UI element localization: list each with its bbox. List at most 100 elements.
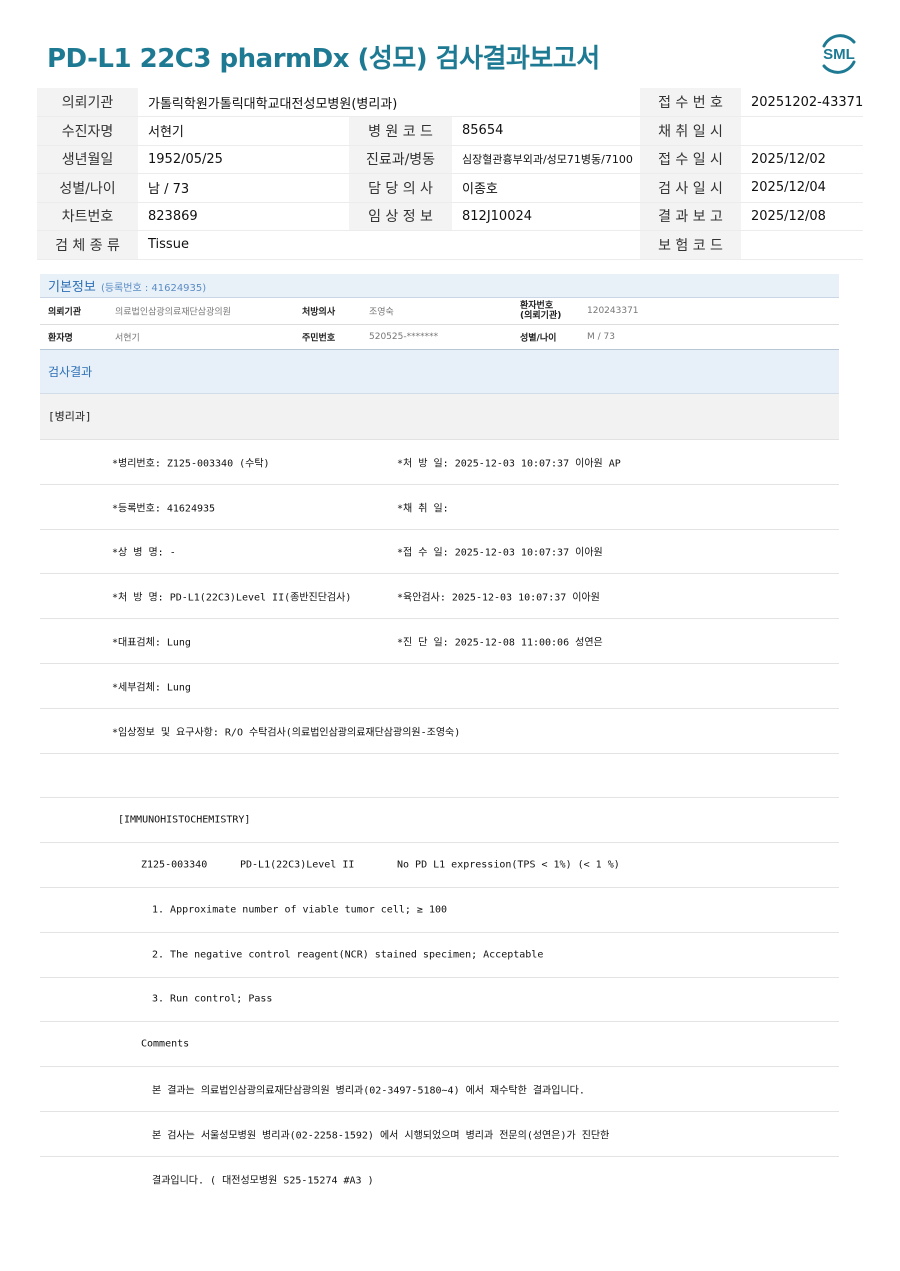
comment-row: 결과입니다. ( 대전성모병원 S25-15274 #A3 ) bbox=[40, 1157, 839, 1202]
result-line-left: *임상정보 및 요구사항: R/O 수탁검사(의료법인삼광의료재단삼광의원-조영… bbox=[112, 727, 461, 739]
label-physician: 담 당 의 사 bbox=[349, 173, 452, 202]
result-line: *세부검체: Lung bbox=[40, 664, 839, 709]
label-insurance-code: 보 험 코 드 bbox=[640, 230, 741, 259]
ihc-item-row: 3. Run control; Pass bbox=[40, 978, 839, 1023]
basic-value-resident-number: 520525-******* bbox=[369, 332, 439, 342]
result-line: *임상정보 및 요구사항: R/O 수탁검사(의료법인삼광의료재단삼광의원-조영… bbox=[40, 709, 839, 754]
value-receipt-number: 20251202-43371 bbox=[741, 88, 863, 117]
result-line: *상 병 명: - *접 수 일: 2025-12-03 10:07:37 이아… bbox=[40, 530, 839, 575]
basic-value-institution: 의료법인삼광의료재단삼광의원 bbox=[115, 307, 231, 318]
value-specimen-type: Tissue bbox=[138, 230, 640, 259]
basic-label-patient-name: 환자명 bbox=[48, 333, 73, 344]
comments-label-row: Comments bbox=[40, 1022, 839, 1068]
result-line: *병리번호: Z125-003340 (수탁) *처 방 일: 2025-12-… bbox=[40, 440, 839, 485]
comment-text: 본 검사는 서울성모병원 병리과(02-2258-1592) 에서 시행되었으며… bbox=[152, 1130, 610, 1142]
basic-info-row-2: 환자명 서현기 주민번호 520525-******* 성별/나이 M / 73 bbox=[40, 325, 839, 350]
comment-row: 본 결과는 의료법인삼광의료재단삼광의원 병리과(02-3497-5180~4)… bbox=[40, 1067, 839, 1112]
result-line-blank bbox=[40, 754, 839, 799]
header-row-2: 수진자명 서현기 병 원 코 드 85654 채 취 일 시 bbox=[37, 116, 863, 145]
ihc-heading: [IMMUNOHISTOCHEMISTRY] bbox=[118, 814, 251, 826]
result-line-right: *육안검사: 2025-12-03 10:07:37 이아원 bbox=[397, 592, 600, 604]
header-row-5: 차트번호 823869 임 상 정 보 812J10024 결 과 보 고 20… bbox=[37, 202, 863, 231]
ihc-result-row: Z125-003340 PD-L1(22C3)Level II No PD L1… bbox=[40, 843, 839, 888]
value-birth-date: 1952/05/25 bbox=[138, 145, 349, 174]
report-title: PD-L1 22C3 pharmDx (성모) 검사결과보고서 bbox=[47, 44, 600, 74]
value-hospital-code: 85654 bbox=[452, 116, 640, 145]
comment-text: 결과입니다. ( 대전성모병원 S25-15274 #A3 ) bbox=[152, 1175, 374, 1187]
patient-header-table: 의뢰기관 가톨릭학원가톨릭대학교대전성모병원(병리과) 접 수 번 호 2025… bbox=[37, 88, 863, 260]
result-line-left: *등록번호: 41624935 bbox=[112, 503, 216, 515]
basic-label-patient-number-line2: (의뢰기관) bbox=[520, 311, 562, 321]
result-line-left: *세부검체: Lung bbox=[112, 682, 191, 694]
basic-label-institution: 의뢰기관 bbox=[48, 307, 82, 318]
header-row-6: 검 체 종 류 Tissue 보 험 코 드 bbox=[37, 230, 863, 259]
ihc-heading-row: [IMMUNOHISTOCHEMISTRY] bbox=[40, 798, 839, 844]
label-result-report: 결 과 보 고 bbox=[640, 202, 741, 231]
basic-label-patient-number: 환자번호 (의뢰기관) bbox=[520, 301, 561, 321]
ihc-item: 2. The negative control reagent(NCR) sta… bbox=[152, 949, 544, 961]
label-clinical-info: 임 상 정 보 bbox=[349, 202, 452, 231]
ihc-result-value: No PD L1 expression(TPS < 1%) (< 1 %) bbox=[397, 859, 620, 871]
result-department: [병리과] bbox=[40, 394, 839, 440]
basic-label-patient-number-line1: 환자번호 bbox=[520, 301, 554, 311]
ihc-item: 1. Approximate number of viable tumor ce… bbox=[152, 904, 448, 916]
basic-value-patient-number: 120243371 bbox=[587, 306, 639, 316]
label-specimen-type: 검 체 종 류 bbox=[37, 230, 138, 259]
basic-value-patient-name: 서현기 bbox=[115, 333, 140, 344]
label-chart-number: 차트번호 bbox=[37, 202, 138, 231]
header-row-3: 생년월일 1952/05/25 진료과/병동 심장혈관흉부외과/성모71병동/7… bbox=[37, 145, 863, 174]
label-requesting-institution: 의뢰기관 bbox=[37, 88, 138, 117]
basic-label-resident-number: 주민번호 bbox=[302, 333, 336, 344]
result-title: 검사결과 bbox=[40, 350, 839, 394]
basic-info-title: 기본정보 bbox=[48, 280, 96, 295]
result-line-left: *병리번호: Z125-003340 (수탁) bbox=[112, 458, 270, 470]
result-line-left: *상 병 명: - bbox=[112, 547, 176, 559]
basic-info-row-1: 의뢰기관 의료법인삼광의료재단삼광의원 처방의사 조영숙 환자번호 (의뢰기관)… bbox=[40, 298, 839, 325]
ihc-pathology-number: Z125-003340 bbox=[141, 859, 208, 871]
value-sex-age: 남 / 73 bbox=[138, 173, 349, 202]
label-patient-name: 수진자명 bbox=[37, 116, 138, 145]
label-birth-date: 생년월일 bbox=[37, 145, 138, 174]
result-line: *등록번호: 41624935 *채 취 일: bbox=[40, 485, 839, 530]
label-receipt-number: 접 수 번 호 bbox=[640, 88, 741, 117]
label-sex-age: 성별/나이 bbox=[37, 173, 138, 202]
result-line-right: *진 단 일: 2025-12-08 11:00:06 성연은 bbox=[397, 637, 603, 649]
basic-value-sex-age: M / 73 bbox=[587, 332, 615, 342]
ihc-item: 3. Run control; Pass bbox=[152, 993, 273, 1005]
svg-text:SML: SML bbox=[823, 46, 855, 63]
report-body: 기본정보 (등록번호 : 41624935) 의뢰기관 의료법인삼광의료재단삼광… bbox=[40, 274, 839, 1202]
result-lines: *병리번호: Z125-003340 (수탁) *처 방 일: 2025-12-… bbox=[40, 440, 839, 1202]
result-line-right: *접 수 일: 2025-12-03 10:07:37 이아원 bbox=[397, 547, 603, 559]
sml-logo: SML bbox=[822, 34, 856, 74]
ihc-item-row: 1. Approximate number of viable tumor ce… bbox=[40, 888, 839, 933]
value-chart-number: 823869 bbox=[138, 202, 349, 231]
ihc-item-row: 2. The negative control reagent(NCR) sta… bbox=[40, 933, 839, 978]
value-patient-name: 서현기 bbox=[138, 116, 349, 145]
value-physician: 이종호 bbox=[452, 173, 640, 202]
result-line-left: *처 방 명: PD-L1(22C3)Level II(종반진단검사) bbox=[112, 592, 352, 604]
value-receipt-date: 2025/12/02 bbox=[741, 145, 863, 174]
header-row-4: 성별/나이 남 / 73 담 당 의 사 이종호 검 사 일 시 2025/12… bbox=[37, 173, 863, 202]
registration-number-label: (등록번호 : 41624935) bbox=[100, 283, 207, 294]
result-line: *대표검체: Lung *진 단 일: 2025-12-08 11:00:06 … bbox=[40, 619, 839, 664]
basic-label-sex-age: 성별/나이 bbox=[520, 333, 557, 344]
label-department-ward: 진료과/병동 bbox=[349, 145, 452, 174]
result-line-right: *처 방 일: 2025-12-03 10:07:37 이아원 AP bbox=[397, 458, 621, 470]
value-clinical-info: 812J10024 bbox=[452, 202, 640, 231]
result-line-right: *채 취 일: bbox=[397, 503, 449, 515]
comments-label: Comments bbox=[141, 1038, 190, 1050]
label-test-date: 검 사 일 시 bbox=[640, 173, 741, 202]
value-requesting-institution: 가톨릭학원가톨릭대학교대전성모병원(병리과) bbox=[138, 88, 640, 117]
value-collection-date bbox=[741, 116, 863, 145]
comment-row: 본 검사는 서울성모병원 병리과(02-2258-1592) 에서 시행되었으며… bbox=[40, 1112, 839, 1157]
header-row-1: 의뢰기관 가톨릭학원가톨릭대학교대전성모병원(병리과) 접 수 번 호 2025… bbox=[37, 88, 863, 117]
comment-text: 본 결과는 의료법인삼광의료재단삼광의원 병리과(02-3497-5180~4)… bbox=[152, 1085, 585, 1097]
value-result-report: 2025/12/08 bbox=[741, 202, 863, 231]
result-line: *처 방 명: PD-L1(22C3)Level II(종반진단검사) *육안검… bbox=[40, 574, 839, 620]
basic-info-title-bar: 기본정보 (등록번호 : 41624935) bbox=[40, 274, 839, 298]
basic-label-prescriber: 처방의사 bbox=[302, 307, 336, 318]
ihc-test-name: PD-L1(22C3)Level II bbox=[240, 859, 355, 871]
value-insurance-code bbox=[741, 230, 863, 259]
value-test-date: 2025/12/04 bbox=[741, 173, 863, 202]
value-department-ward: 심장혈관흉부외과/성모71병동/7100 bbox=[452, 145, 640, 174]
